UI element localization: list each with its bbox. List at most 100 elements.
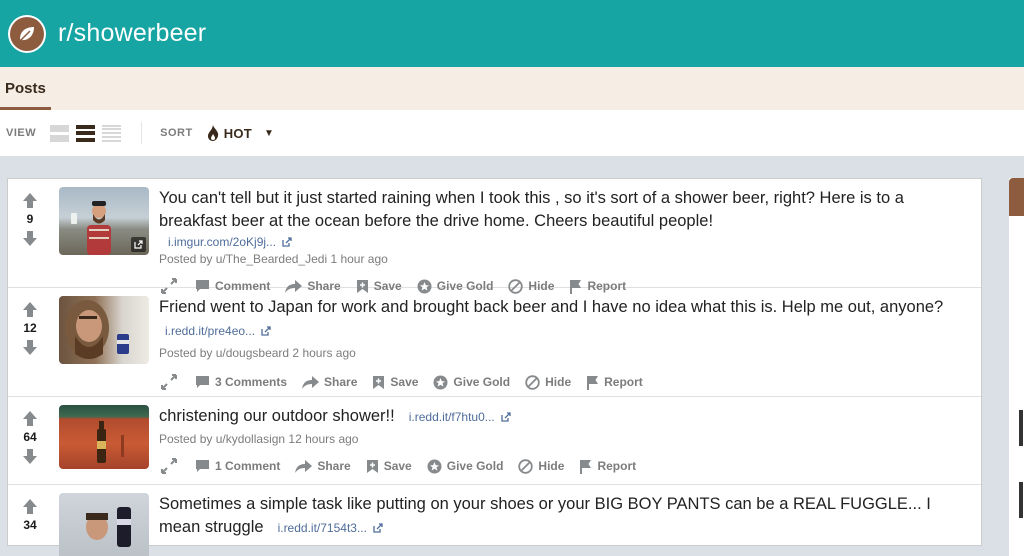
- post-title-text[interactable]: Sometimes a simple task like putting on …: [159, 495, 931, 536]
- post-meta: Posted by u/The_Bearded_Jedi 1 hour ago: [159, 252, 388, 266]
- sidebar-fragment: [1019, 482, 1023, 518]
- vote-score: 64: [23, 430, 37, 444]
- external-link-icon[interactable]: [261, 326, 271, 336]
- save-label: Save: [383, 459, 412, 473]
- vote-score: 12: [23, 321, 37, 335]
- save-button[interactable]: Save: [366, 459, 412, 474]
- view-switcher: [50, 124, 122, 142]
- upvote-icon[interactable]: [20, 408, 40, 428]
- post-title-text[interactable]: christening our outdoor shower!!: [159, 407, 395, 425]
- give-gold-label: Give Gold: [453, 375, 511, 389]
- sidebar-header: [1009, 178, 1024, 216]
- view-label: VIEW: [6, 127, 37, 139]
- post-actions: 1 Comment Share Save Give Gold Hide Repo…: [159, 458, 974, 474]
- comments-label: 3 Comments: [215, 375, 288, 389]
- report-label: Report: [604, 375, 643, 389]
- post-domain[interactable]: i.imgur.com/2oKj9j...: [168, 235, 276, 249]
- subreddit-tabs: Posts: [0, 67, 1024, 110]
- expand-icon[interactable]: [161, 458, 177, 474]
- flag-icon: [580, 459, 592, 474]
- upvote-icon[interactable]: [20, 496, 40, 516]
- post-domain-line: i.imgur.com/2oKj9j...: [168, 235, 974, 249]
- hide-icon: [518, 458, 534, 474]
- post-card[interactable]: 64 christening our outdoor shower!! i.red…: [8, 397, 981, 485]
- hide-button[interactable]: Hide: [525, 374, 571, 390]
- post-thumbnail[interactable]: [59, 493, 149, 556]
- share-icon: [302, 375, 320, 389]
- post-title[interactable]: Sometimes a simple task like putting on …: [159, 493, 974, 540]
- share-button[interactable]: Share: [295, 459, 351, 473]
- save-icon: [366, 459, 378, 473]
- give-gold-button[interactable]: Give Gold: [427, 459, 504, 474]
- gold-icon: [433, 375, 448, 389]
- give-gold-button[interactable]: Give Gold: [433, 375, 510, 390]
- sort-dropdown[interactable]: HOT: [224, 126, 252, 141]
- share-label: Share: [324, 375, 358, 389]
- post-domain[interactable]: i.redd.it/pre4eo...: [165, 324, 255, 338]
- toolbar-divider: [141, 122, 143, 144]
- feed-toolbar: VIEW SORT HOT ▼: [0, 110, 1024, 156]
- upvote-icon[interactable]: [20, 190, 40, 210]
- post-content: Sometimes a simple task like putting on …: [159, 485, 974, 545]
- give-gold-label: Give Gold: [446, 459, 504, 473]
- classic-view-icon[interactable]: [76, 124, 96, 142]
- expand-icon[interactable]: [161, 374, 177, 390]
- subreddit-header: r/showerbeer: [0, 0, 1024, 67]
- tab-posts[interactable]: Posts: [0, 67, 51, 110]
- share-button[interactable]: Share: [302, 375, 357, 389]
- comment-icon: [196, 460, 209, 472]
- post-title[interactable]: Friend went to Japan for work and brough…: [159, 296, 974, 343]
- post-thumbnail[interactable]: [59, 296, 149, 364]
- post-title-text[interactable]: You can't tell but it just started raini…: [159, 189, 904, 230]
- vote-column: 34: [8, 485, 52, 545]
- post-card[interactable]: 34 Sometimes a simple task like putting …: [8, 485, 981, 556]
- post-content: christening our outdoor shower!! i.redd.i…: [159, 397, 974, 484]
- external-link-icon[interactable]: [501, 412, 511, 422]
- flame-icon: [207, 125, 218, 141]
- chevron-down-icon[interactable]: ▼: [264, 128, 274, 139]
- share-icon: [295, 459, 313, 473]
- vote-column: 64: [8, 397, 52, 484]
- post-actions: 3 Comments Share Save Give Gold Hide Rep…: [159, 374, 974, 390]
- vote-score: 9: [26, 212, 34, 226]
- upvote-icon[interactable]: [20, 299, 40, 319]
- save-button[interactable]: Save: [372, 375, 418, 390]
- comment-icon: [196, 376, 209, 388]
- downvote-icon[interactable]: [20, 228, 40, 248]
- card-view-icon[interactable]: [50, 124, 70, 142]
- post-domain[interactable]: i.redd.it/7154t3...: [278, 521, 367, 535]
- compact-view-icon[interactable]: [102, 124, 122, 142]
- external-link-icon[interactable]: [282, 237, 292, 247]
- post-feed: 9 You can't tell but it just started rai…: [7, 178, 982, 556]
- share-label: Share: [317, 459, 351, 473]
- hide-icon: [525, 374, 540, 390]
- subreddit-name[interactable]: r/showerbeer: [58, 19, 206, 48]
- vote-column: 9: [8, 179, 52, 287]
- vote-score: 34: [23, 518, 37, 532]
- external-link-icon[interactable]: [373, 523, 383, 533]
- downvote-icon[interactable]: [20, 446, 40, 466]
- comments-button[interactable]: 1 Comment: [195, 459, 280, 473]
- report-button[interactable]: Report: [586, 375, 643, 390]
- hide-button[interactable]: Hide: [518, 458, 564, 474]
- report-button[interactable]: Report: [579, 459, 636, 474]
- vote-column: 12: [8, 288, 52, 396]
- external-link-icon: [131, 237, 146, 252]
- post-domain[interactable]: i.redd.it/f7htu0...: [409, 410, 495, 424]
- sort-label: SORT: [160, 127, 193, 139]
- save-label: Save: [390, 375, 419, 389]
- post-card[interactable]: 9 You can't tell but it just started rai…: [8, 179, 981, 294]
- comments-button[interactable]: 3 Comments: [195, 375, 287, 389]
- post-title-text[interactable]: Friend went to Japan for work and brough…: [159, 298, 943, 316]
- post-thumbnail[interactable]: [59, 405, 149, 469]
- post-thumbnail[interactable]: [59, 187, 149, 255]
- post-card[interactable]: 12 Friend went to Japan for work and bro…: [8, 288, 981, 397]
- post-title[interactable]: christening our outdoor shower!! i.redd.i…: [159, 405, 974, 429]
- post-content: You can't tell but it just started raini…: [159, 179, 974, 294]
- post-title[interactable]: You can't tell but it just started raini…: [159, 187, 974, 233]
- sidebar-fragment: [1019, 410, 1023, 446]
- gold-icon: [427, 459, 442, 473]
- subreddit-avatar[interactable]: [8, 14, 46, 53]
- downvote-icon[interactable]: [20, 337, 40, 357]
- comments-label: 1 Comment: [215, 459, 281, 473]
